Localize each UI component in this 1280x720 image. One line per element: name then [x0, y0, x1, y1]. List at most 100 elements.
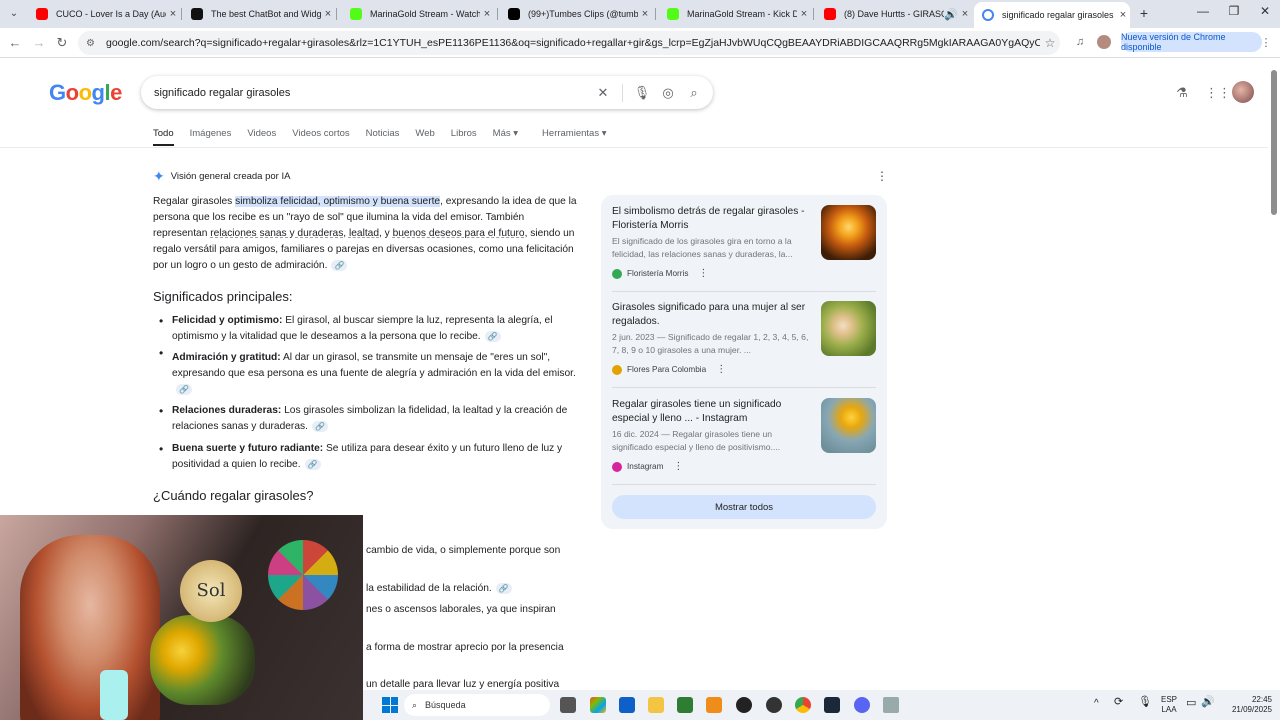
discord-icon[interactable]: [854, 697, 870, 713]
windows-start-icon[interactable]: [382, 697, 398, 713]
microphone-tray-icon[interactable]: 🎙: [1138, 697, 1152, 708]
tab-label: (99+)Tumbes Clips (@tumbesc: [528, 9, 638, 19]
minimize-icon[interactable]: —: [1188, 4, 1218, 18]
close-tab-icon[interactable]: ×: [321, 8, 335, 20]
tray-chevron-icon[interactable]: ^: [1094, 699, 1099, 709]
tab-videos-cortos[interactable]: Videos cortos: [292, 126, 349, 148]
chrome-menu-icon[interactable]: ⋮: [1258, 36, 1274, 52]
account-avatar[interactable]: [1232, 81, 1254, 103]
search-input[interactable]: significado regalar girasoles: [154, 87, 590, 99]
link-icon[interactable]: 🔗: [311, 420, 328, 432]
linked-phrase[interactable]: buenos deseos para el futuro: [393, 228, 525, 239]
tray-app-icon[interactable]: ⟳: [1114, 697, 1123, 708]
ai-more-options-icon[interactable]: ⋮: [876, 169, 888, 183]
audio-icon[interactable]: 🔊: [944, 8, 958, 21]
source-site: Instagram ⋮: [612, 461, 683, 472]
volume-icon[interactable]: 🔊: [1201, 697, 1215, 708]
close-tab-icon[interactable]: ×: [166, 8, 180, 20]
app-icon[interactable]: [706, 697, 722, 713]
source-card[interactable]: Girasoles significado para una mujer al …: [612, 301, 876, 381]
browser-tab-4[interactable]: (99+)Tumbes Clips (@tumbesc ×: [500, 3, 652, 25]
source-title[interactable]: Regalar girasoles tiene un significado e…: [612, 398, 812, 425]
close-tab-icon[interactable]: ×: [958, 8, 972, 20]
close-tab-icon[interactable]: ×: [797, 8, 811, 20]
browser-tab-3[interactable]: MarinaGold Stream - Watch Li ×: [342, 3, 494, 25]
search-icon[interactable]: ⌕: [681, 85, 707, 101]
show-all-button[interactable]: Mostrar todos: [612, 495, 876, 519]
search-box[interactable]: significado regalar girasoles ✕ 🎙 ◎ ⌕: [141, 76, 713, 109]
file-explorer-icon[interactable]: [648, 697, 664, 713]
clear-icon[interactable]: ✕: [590, 85, 616, 101]
link-icon[interactable]: 🔗: [495, 582, 512, 594]
language-indicator[interactable]: ESP LAA: [1158, 695, 1180, 715]
more-options-icon[interactable]: ⋮: [716, 364, 726, 375]
tab-search-icon[interactable]: ⌄: [6, 6, 22, 22]
chrome-update-button[interactable]: Nueva versión de Chrome disponible: [1121, 32, 1262, 52]
sunflower-hand-thumbnail[interactable]: [821, 398, 876, 453]
taskbar-search[interactable]: ⌕ Búsqueda: [404, 694, 550, 716]
source-card[interactable]: El simbolismo detrás de regalar girasole…: [612, 205, 876, 285]
linked-phrase[interactable]: relaciones sanas y duraderas: [210, 228, 343, 239]
restore-icon[interactable]: ❐: [1219, 4, 1249, 18]
link-icon[interactable]: 🔗: [176, 383, 192, 395]
tab-web[interactable]: Web: [415, 126, 434, 148]
close-tab-icon[interactable]: ×: [638, 8, 652, 20]
tab-herramientas[interactable]: Herramientas ▾: [542, 126, 606, 148]
labs-icon[interactable]: ⚗: [1173, 85, 1191, 103]
google-logo[interactable]: Google: [49, 80, 122, 106]
tiktok-icon: [508, 8, 520, 20]
woman-sunflowers-thumbnail[interactable]: [821, 301, 876, 356]
obs-icon[interactable]: [736, 697, 752, 713]
linked-phrase[interactable]: lealtad: [349, 228, 379, 239]
steam-icon[interactable]: [824, 697, 840, 713]
tab-libros[interactable]: Libros: [451, 126, 477, 148]
close-tab-icon[interactable]: ×: [1116, 9, 1130, 21]
source-title[interactable]: El simbolismo detrás de regalar girasole…: [612, 205, 812, 232]
reload-icon[interactable]: ↻: [53, 34, 71, 52]
apps-grid-icon[interactable]: ⋮⋮: [1205, 85, 1231, 103]
forward-icon[interactable]: →: [30, 34, 48, 52]
task-view-icon[interactable]: [560, 697, 576, 713]
streamer: [20, 535, 160, 720]
link-icon[interactable]: 🔗: [304, 458, 321, 470]
bookmark-star-icon[interactable]: ☆: [1040, 36, 1060, 50]
tab-todo[interactable]: Todo: [153, 126, 174, 146]
browser-tab-5[interactable]: MarinaGold Stream - Kick Dash ×: [659, 3, 811, 25]
page-scrollbar[interactable]: [1269, 58, 1280, 690]
sunflower-thumbnail[interactable]: [821, 205, 876, 260]
close-tab-icon[interactable]: ×: [480, 8, 494, 20]
browser-tab-1[interactable]: CUCO - Lover Is a Day (Audio) ×: [28, 3, 180, 25]
browser-tab-active[interactable]: significado regalar girasoles - B ×: [974, 2, 1130, 28]
app-icon[interactable]: [766, 697, 782, 713]
address-bar[interactable]: ⚙ google.com/search?q=significado+regala…: [78, 31, 1060, 55]
highlighted-phrase[interactable]: simboliza felicidad, optimismo y buena s…: [235, 196, 441, 207]
scroll-thumb[interactable]: [1271, 70, 1277, 215]
browser-tab-2[interactable]: The best ChatBot and Widgets ×: [183, 3, 335, 25]
more-options-icon[interactable]: ⋮: [673, 461, 683, 472]
source-card[interactable]: Regalar girasoles tiene un significado e…: [612, 398, 876, 478]
store-icon[interactable]: [619, 697, 635, 713]
media-control-icon[interactable]: ♫: [1072, 36, 1088, 52]
tab-noticias[interactable]: Noticias: [366, 126, 400, 148]
new-tab-icon[interactable]: +: [1136, 5, 1152, 21]
microphone-icon[interactable]: 🎙: [629, 85, 655, 101]
link-icon[interactable]: 🔗: [331, 259, 348, 271]
source-title[interactable]: Girasoles significado para una mujer al …: [612, 301, 812, 328]
link-icon[interactable]: 🔗: [484, 330, 501, 342]
tab-mas[interactable]: Más ▾: [493, 126, 518, 148]
chrome-icon[interactable]: [795, 697, 811, 713]
browser-tab-6[interactable]: (8) Dave Hurtts - GIRASOL 🔊 ×: [816, 3, 972, 25]
more-options-icon[interactable]: ⋮: [698, 268, 708, 279]
app-icon[interactable]: [883, 697, 899, 713]
copilot-icon[interactable]: [590, 697, 606, 713]
clock[interactable]: 22:45 21/09/2025: [1222, 695, 1272, 715]
profile-avatar[interactable]: [1097, 35, 1111, 49]
back-icon[interactable]: ←: [6, 34, 24, 52]
tab-imagenes[interactable]: Imágenes: [190, 126, 232, 148]
minecraft-icon[interactable]: [677, 697, 693, 713]
close-window-icon[interactable]: ✕: [1250, 4, 1280, 18]
network-icon[interactable]: ▭: [1186, 698, 1196, 709]
site-info-icon[interactable]: ⚙: [86, 38, 100, 49]
lens-icon[interactable]: ◎: [655, 85, 681, 101]
tab-videos[interactable]: Videos: [247, 126, 276, 148]
